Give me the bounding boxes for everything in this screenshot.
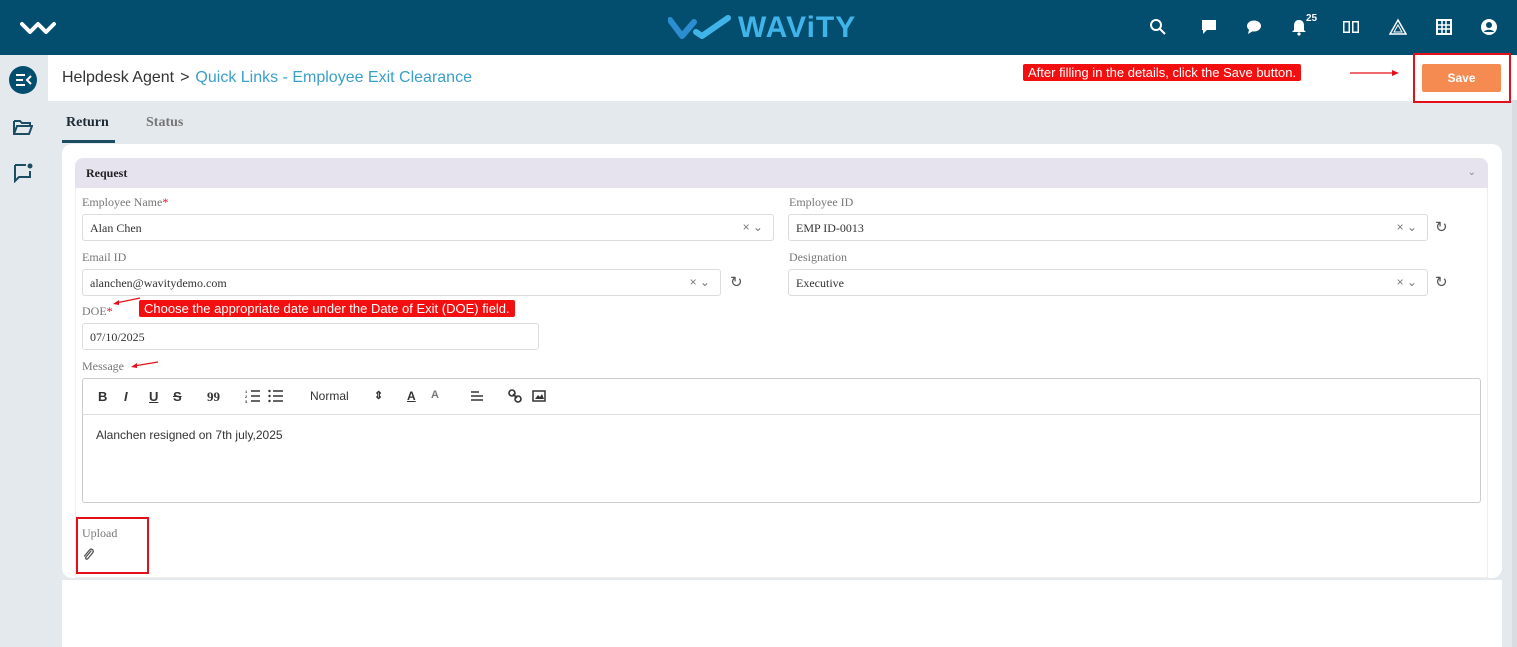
editor-content[interactable]: Alanchen resigned on 7th july,2025 (96, 428, 283, 442)
left-rail (0, 55, 48, 647)
message-hint-arrow (131, 361, 159, 368)
brand-mark-icon (668, 15, 731, 39)
clear-chevron-icon[interactable]: × ⌄ (1397, 275, 1417, 289)
employee-name-select[interactable]: Alan Chen × ⌄ (82, 214, 774, 241)
select-arrows-icon[interactable]: ⇕ (374, 389, 383, 402)
email-id-label: Email ID (82, 250, 127, 264)
breadcrumb-parent[interactable]: Helpdesk Agent (62, 69, 174, 86)
content-area (62, 580, 1502, 647)
image-icon[interactable] (532, 389, 546, 406)
employee-id-label: Employee ID (789, 195, 854, 209)
link-icon[interactable] (508, 389, 522, 406)
employee-id-select[interactable]: EMP ID-0013 × ⌄ (788, 214, 1428, 241)
save-button[interactable]: Save (1422, 64, 1501, 92)
bold-button[interactable]: B (98, 389, 107, 404)
active-tab-indicator (62, 140, 115, 143)
heading-select[interactable]: Normal (310, 389, 349, 403)
request-section-header[interactable]: Request ⌄ (75, 158, 1488, 188)
message-icon[interactable] (1243, 16, 1265, 38)
align-icon[interactable] (470, 389, 484, 406)
grid-icon[interactable] (1433, 16, 1455, 38)
feedback-icon[interactable] (9, 158, 37, 186)
doe-value: 07/10/2025 (90, 330, 145, 344)
collapse-menu-icon[interactable] (9, 66, 37, 94)
employee-id-value: EMP ID-0013 (796, 221, 864, 235)
breadcrumb-current[interactable]: Quick Links - Employee Exit Clearance (195, 69, 472, 86)
editor-toolbar: B I U S 99 123 Normal ⇕ A A (83, 379, 1480, 415)
ordered-list-icon[interactable]: 123 (245, 389, 261, 406)
designation-value: Executive (796, 276, 844, 290)
designation-label: Designation (789, 250, 847, 264)
top-bar: WAViTY 25 (0, 0, 1517, 55)
search-icon[interactable] (1147, 16, 1169, 38)
breadcrumb-separator: > (180, 69, 190, 86)
chevron-down-icon[interactable]: ⌄ (1468, 167, 1476, 178)
background-color-icon[interactable]: A (431, 389, 439, 401)
breadcrumb: Helpdesk Agent > Quick Links - Employee Ex… (62, 69, 472, 87)
svg-text:3: 3 (245, 399, 248, 403)
bullet-list-icon[interactable] (268, 389, 284, 406)
strike-button[interactable]: S (173, 389, 182, 404)
tab-status[interactable]: Status (146, 115, 183, 131)
employee-name-label: Employee Name* (82, 195, 169, 209)
save-hint-arrow (1350, 70, 1399, 76)
doe-hint-annotation: Choose the appropriate date under the Da… (139, 300, 515, 317)
brand-logo: WAViTY (668, 10, 856, 46)
underline-button[interactable]: U (149, 389, 158, 404)
employee-name-value: Alan Chen (90, 221, 142, 235)
italic-button[interactable]: I (124, 389, 128, 404)
refresh-icon[interactable]: ↻ (1435, 273, 1448, 291)
clear-chevron-icon[interactable]: × ⌄ (743, 220, 763, 234)
refresh-icon[interactable]: ↻ (730, 273, 743, 291)
designation-select[interactable]: Executive × ⌄ (788, 269, 1428, 296)
doe-hint-arrow (113, 297, 141, 305)
book-icon[interactable] (1340, 16, 1362, 38)
message-label: Message (82, 359, 124, 373)
clear-chevron-icon[interactable]: × ⌄ (690, 275, 710, 289)
notification-count: 25 (1306, 13, 1318, 24)
folder-icon[interactable] (9, 113, 37, 141)
menu-logo-icon[interactable] (18, 14, 58, 42)
scrollbar[interactable] (1512, 100, 1517, 647)
section-title: Request (86, 166, 128, 180)
email-id-value: alanchen@wavitydemo.com (90, 276, 227, 290)
alert-triangle-icon[interactable] (1387, 16, 1409, 38)
refresh-icon[interactable]: ↻ (1435, 218, 1448, 236)
user-icon[interactable] (1478, 16, 1500, 38)
upload-label: Upload (82, 526, 118, 540)
tab-return[interactable]: Return (66, 115, 109, 131)
message-editor[interactable]: B I U S 99 123 Normal ⇕ A A Alanchen res… (82, 378, 1481, 503)
chat-icon[interactable] (1198, 16, 1220, 38)
doe-label: DOE* (82, 304, 113, 318)
doe-date-input[interactable]: 07/10/2025 (82, 323, 539, 350)
clear-chevron-icon[interactable]: × ⌄ (1397, 220, 1417, 234)
brand-name: WAViTY (738, 11, 857, 44)
font-color-icon[interactable]: A (407, 389, 416, 403)
email-id-select[interactable]: alanchen@wavitydemo.com × ⌄ (82, 269, 721, 296)
save-hint-annotation: After filling in the details, click the … (1023, 64, 1302, 81)
paperclip-icon[interactable] (82, 546, 94, 567)
quote-button[interactable]: 99 (207, 389, 220, 405)
